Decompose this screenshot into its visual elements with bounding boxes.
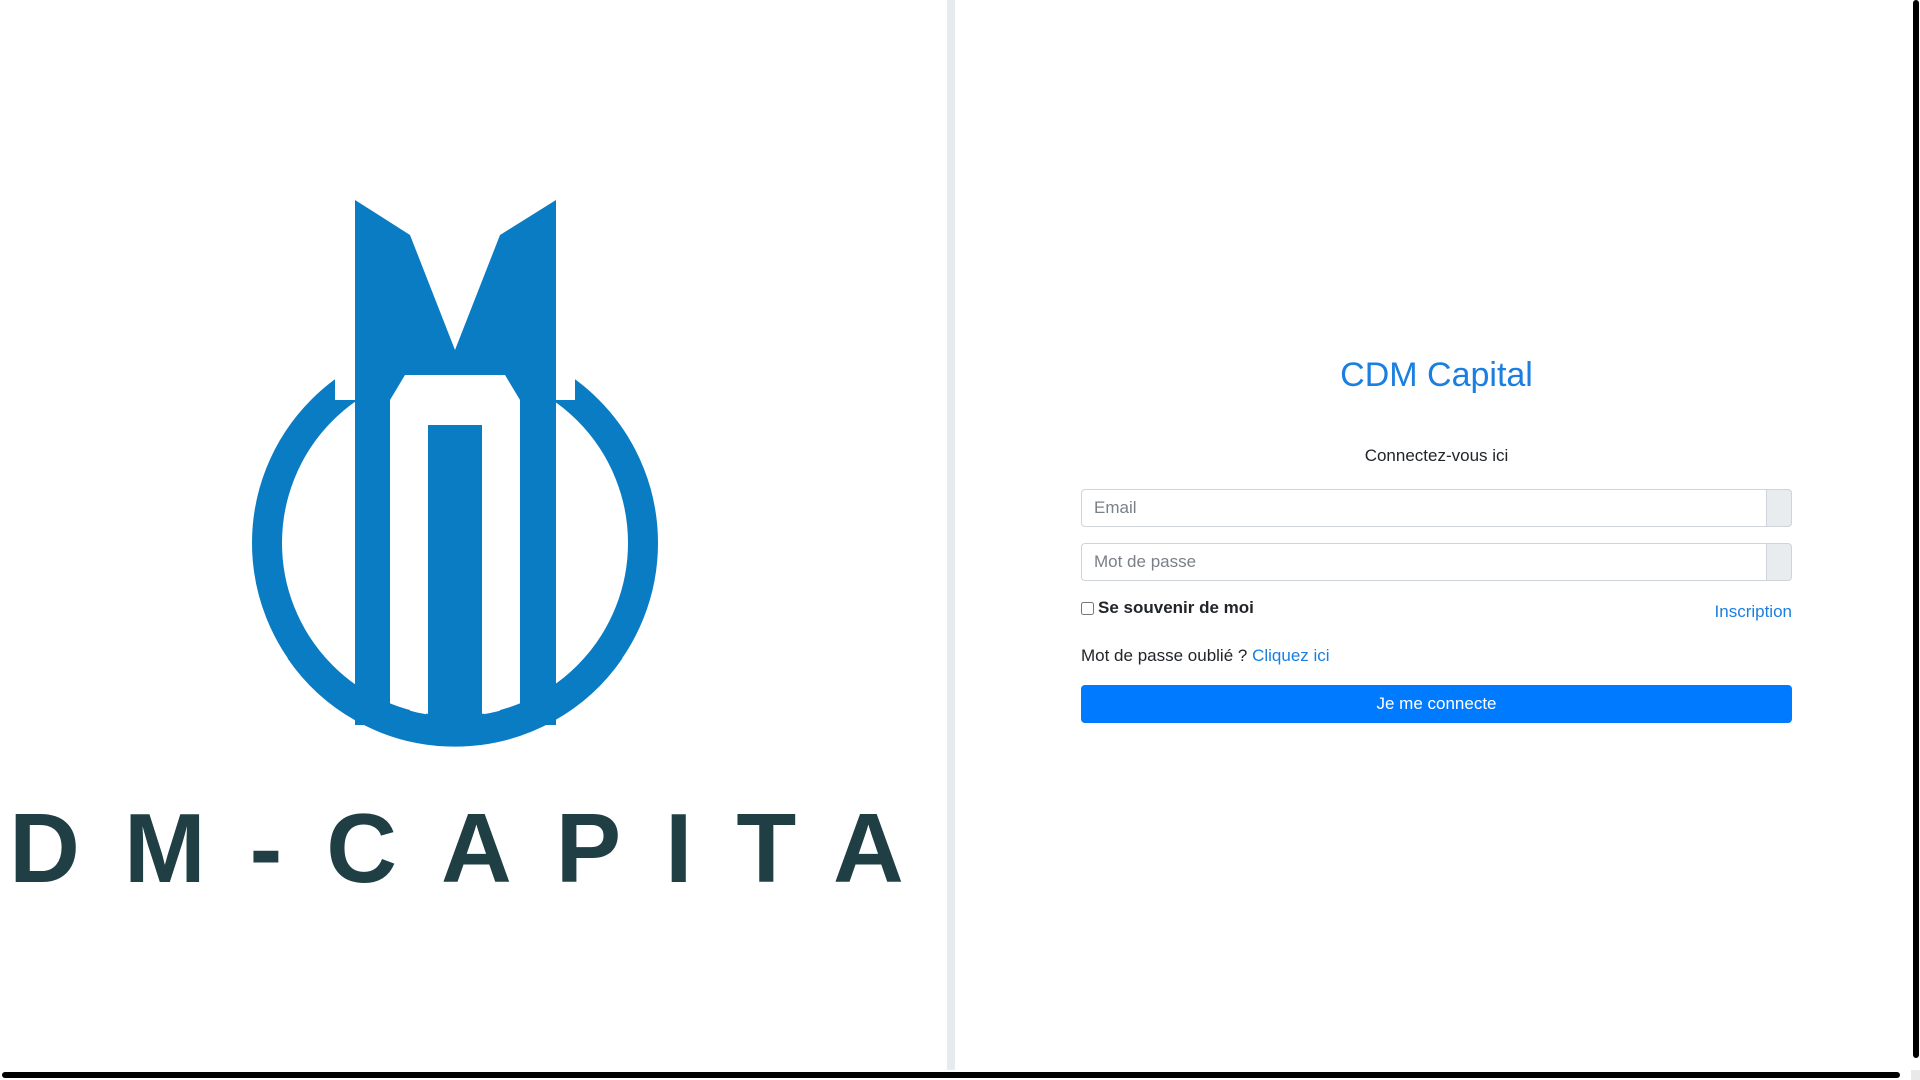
logo-panel: CDM-CAPITAL (0, 0, 947, 1070)
password-input[interactable] (1081, 543, 1766, 581)
login-subtitle: Connectez-vous ici (1364, 446, 1509, 465)
cdm-capital-logo: CDM-CAPITAL (0, 200, 947, 900)
email-addon (1766, 489, 1792, 527)
forgot-text: Mot de passe oublié ? (1081, 646, 1248, 665)
remember-checkbox[interactable] (1081, 601, 1094, 615)
forgot-password: Mot de passe oublié ? Cliquez ici (1081, 646, 1330, 666)
forgot-link[interactable]: Cliquez ici (1252, 646, 1329, 665)
remember-me: Se souvenir de moi (1081, 598, 1254, 618)
register-container: Inscription (1592, 602, 1792, 622)
vertical-scrollbar[interactable] (1913, 0, 1919, 1058)
login-title: CDM Capital (1340, 356, 1533, 394)
email-input[interactable] (1081, 489, 1766, 527)
email-input-group (1081, 489, 1792, 527)
svg-text:CDM-CAPITAL: CDM-CAPITAL (0, 793, 947, 900)
password-addon (1766, 543, 1792, 581)
password-input-group (1081, 543, 1792, 581)
register-link[interactable]: Inscription (1715, 602, 1792, 621)
login-button[interactable]: Je me connecte (1081, 685, 1792, 723)
login-page: CDM-CAPITAL CDM Capital Connectez-vous i… (0, 0, 1920, 1080)
scrollbar-corner (1911, 1070, 1920, 1080)
remember-label: Se souvenir de moi (1098, 598, 1254, 617)
horizontal-scrollbar[interactable] (2, 1072, 1900, 1078)
panel-divider (947, 0, 955, 1070)
login-panel (955, 0, 1911, 1070)
